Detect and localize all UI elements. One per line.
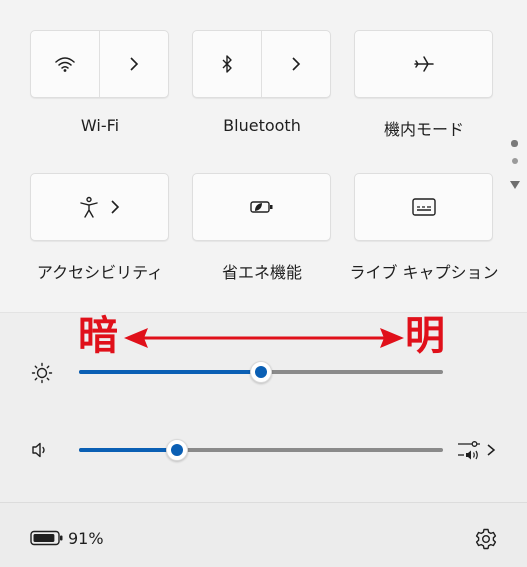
chevron-right-icon (290, 56, 302, 72)
bright-annotation-label: 明 (405, 313, 445, 359)
live-caption-icon (411, 197, 437, 217)
bluetooth-icon (220, 54, 234, 74)
volume-thumb[interactable] (166, 439, 188, 461)
page-dot-1[interactable] (511, 140, 518, 147)
gear-icon[interactable] (474, 527, 498, 551)
chevron-right-icon (128, 56, 140, 72)
accessibility-tile[interactable] (30, 173, 169, 241)
live-caption-label: ライブ キャプション (349, 263, 499, 282)
volume-slider[interactable] (79, 438, 443, 462)
wifi-icon (54, 55, 76, 73)
bluetooth-label: Bluetooth (223, 116, 301, 135)
battery-percent: 91% (68, 529, 104, 548)
dark-annotation-label: 暗 (78, 313, 118, 359)
double-arrow-annotation-icon (124, 326, 404, 354)
accessibility-label: アクセシビリティ (36, 263, 164, 282)
speaker-icon[interactable] (30, 440, 50, 460)
audio-output-button[interactable] (456, 437, 502, 463)
airplane-mode-tile[interactable] (354, 30, 493, 98)
chevron-right-icon (109, 199, 121, 215)
brightness-thumb[interactable] (250, 361, 272, 383)
wifi-expand-button[interactable] (100, 31, 168, 97)
battery-icon (30, 530, 64, 546)
bluetooth-toggle-button[interactable] (193, 31, 262, 97)
live-caption-tile[interactable] (354, 173, 493, 241)
brightness-slider[interactable] (79, 360, 443, 384)
bluetooth-expand-button[interactable] (262, 31, 330, 97)
page-dot-2[interactable] (511, 158, 518, 164)
bluetooth-tile (192, 30, 331, 98)
sun-icon (31, 362, 53, 384)
energy-saver-icon (249, 199, 275, 215)
brightness-fill (79, 370, 261, 374)
audio-mixer-icon (456, 438, 482, 462)
wifi-tile (30, 30, 169, 98)
accessibility-icon (79, 196, 99, 218)
volume-fill (79, 448, 177, 452)
chevron-right-icon (486, 443, 496, 457)
energy-saver-label: 省エネ機能 (221, 263, 302, 282)
page-indicator[interactable] (509, 140, 521, 190)
page-down-arrow-icon[interactable] (509, 180, 521, 190)
airplane-mode-label: 機内モード (383, 120, 464, 139)
wifi-toggle-button[interactable] (31, 31, 100, 97)
wifi-label: Wi-Fi (80, 116, 120, 135)
energy-saver-tile[interactable] (192, 173, 331, 241)
airplane-icon (412, 54, 436, 74)
